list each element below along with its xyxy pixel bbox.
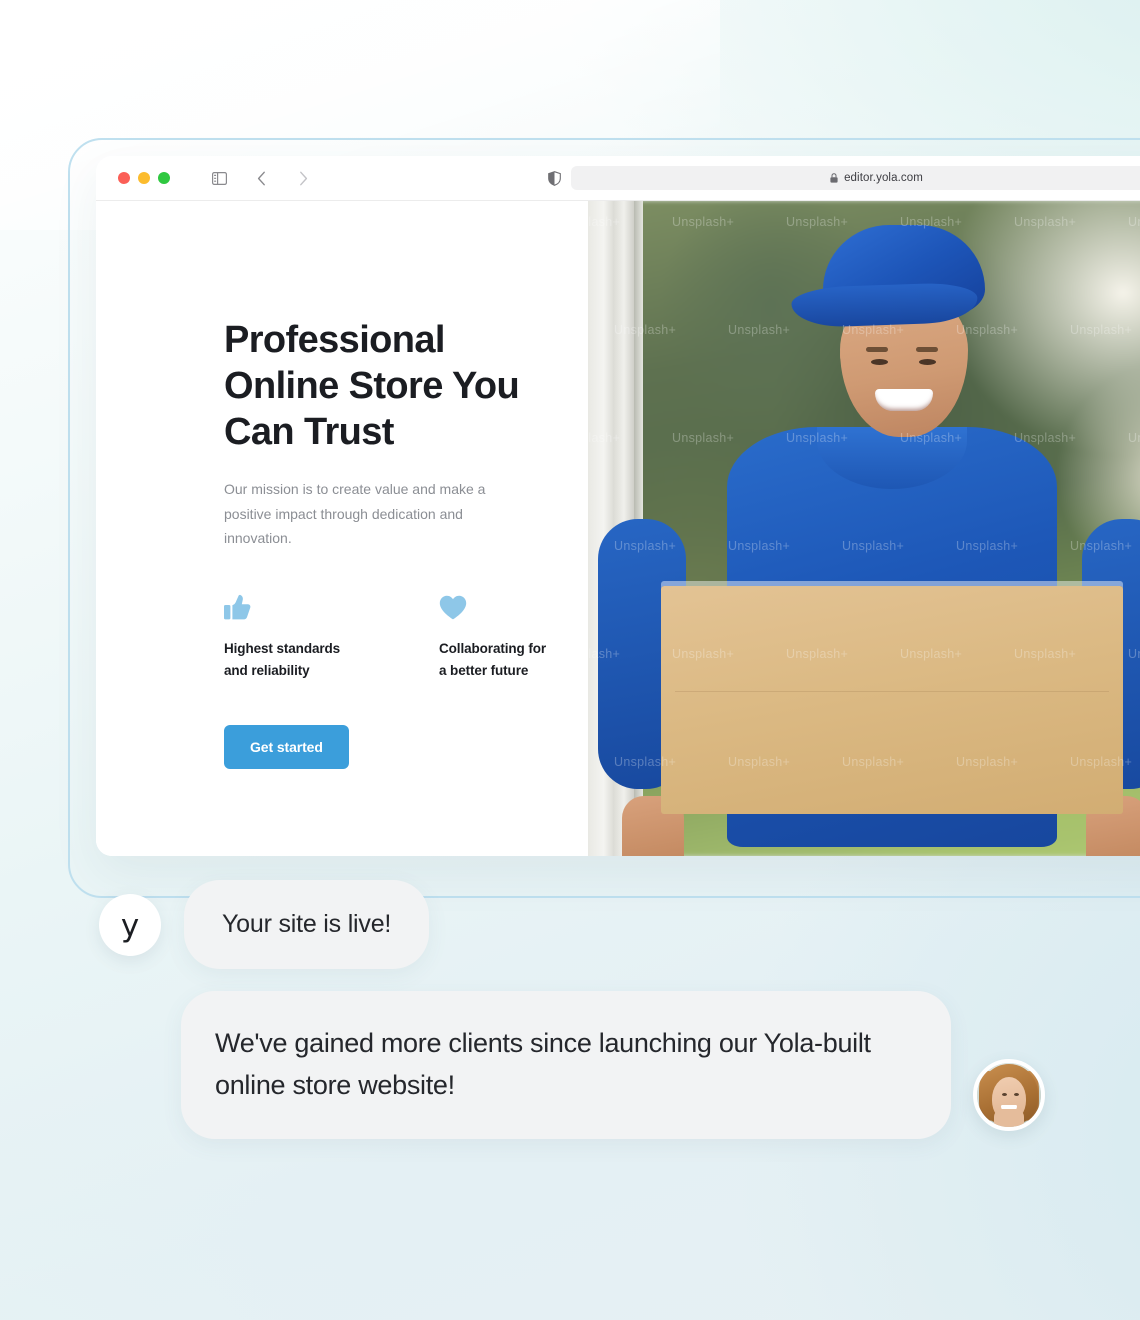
delivery-man-photo: Unsplash+Unsplash+Unsplash+Unsplash+Unsp… bbox=[588, 201, 1140, 856]
navigation-controls[interactable] bbox=[206, 165, 316, 191]
hero-subcopy: Our mission is to create value and make … bbox=[224, 481, 486, 546]
person-brow-right bbox=[916, 347, 939, 352]
chat-bubble-testimonial: We've gained more clients since launchin… bbox=[181, 991, 951, 1139]
avatar-neck bbox=[994, 1108, 1024, 1127]
yola-avatar: y bbox=[99, 893, 161, 956]
minimize-window-button[interactable] bbox=[138, 172, 150, 184]
heart-icon bbox=[439, 590, 588, 620]
url-input[interactable]: editor.yola.com bbox=[571, 166, 1140, 190]
browser-window: editor.yola.com Professional Online Stor… bbox=[96, 156, 1140, 856]
chevron-right-icon[interactable] bbox=[290, 165, 316, 191]
person-brow-left bbox=[866, 347, 889, 352]
chevron-left-icon[interactable] bbox=[248, 165, 274, 191]
feature-item: Collaborating for a better future bbox=[439, 590, 588, 682]
window-controls[interactable] bbox=[118, 172, 170, 184]
client-avatar bbox=[973, 1058, 1045, 1131]
testimonial-section: y Your site is live! We've gained more c… bbox=[0, 880, 1140, 1139]
chat-bubble-status: Your site is live! bbox=[184, 880, 430, 969]
chat-row-brand: y Your site is live! bbox=[0, 880, 1140, 969]
chat-row-client: We've gained more clients since launchin… bbox=[0, 969, 1140, 1139]
get-started-button[interactable]: Get started bbox=[224, 725, 349, 770]
avatar-eye-left bbox=[1002, 1092, 1007, 1096]
hero-text-column: Professional Online Store You Can Trust … bbox=[96, 201, 588, 856]
close-window-button[interactable] bbox=[118, 172, 130, 184]
avatar-eye-right bbox=[1014, 1092, 1019, 1096]
website-preview: Professional Online Store You Can Trust … bbox=[96, 201, 1140, 856]
hero-image: Unsplash+Unsplash+Unsplash+Unsplash+Unsp… bbox=[588, 201, 1140, 856]
thumbs-up-icon bbox=[224, 590, 373, 620]
person-smile bbox=[875, 389, 934, 411]
page-title: Professional Online Store You Can Trust bbox=[224, 319, 520, 454]
feature-item: Highest standards and reliability bbox=[224, 590, 373, 682]
address-bar-area: editor.yola.com bbox=[548, 166, 1140, 190]
yola-logo-letter: y bbox=[120, 908, 140, 944]
feature-label: Highest standards and reliability bbox=[224, 640, 341, 678]
cardboard-box bbox=[661, 586, 1123, 814]
feature-list: Highest standards and reliability Collab… bbox=[224, 590, 588, 682]
browser-titlebar: editor.yola.com bbox=[96, 156, 1140, 201]
person-eye-left bbox=[870, 359, 888, 365]
sidebar-toggle-icon[interactable] bbox=[206, 165, 232, 191]
feature-label: Collaborating for a better future bbox=[439, 640, 547, 678]
url-display: editor.yola.com bbox=[830, 172, 923, 184]
maximize-window-button[interactable] bbox=[158, 172, 170, 184]
url-text: editor.yola.com bbox=[844, 172, 923, 184]
lock-icon bbox=[830, 173, 838, 183]
shield-icon[interactable] bbox=[548, 170, 561, 186]
